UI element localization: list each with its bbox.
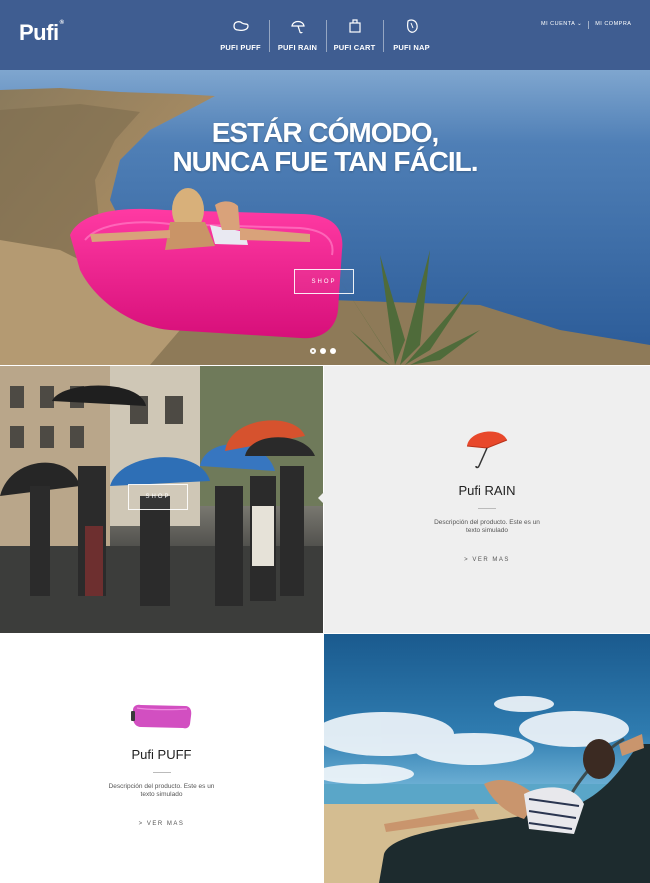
see-more-link[interactable]: > VER MAS xyxy=(464,557,510,563)
my-purchase-link[interactable]: MI COMPRA xyxy=(595,21,631,29)
nav-item-pufi-cart[interactable]: PUFI CART xyxy=(326,18,383,52)
nav-item-label: PUFI RAIN xyxy=(277,43,318,52)
product-name: Pufi PUFF xyxy=(131,747,192,762)
hero-title: ESTÁR CÓMODO, NUNCA FUE TAN FÁCIL. xyxy=(150,118,500,176)
pufi-puff-card: Pufi PUFF Descripción del producto. Este… xyxy=(0,634,323,883)
nav-item-pufi-puff[interactable]: PUFI PUFF xyxy=(212,18,269,52)
puff-photo-image xyxy=(324,696,650,883)
carousel-dot-1[interactable] xyxy=(310,348,316,354)
nap-icon xyxy=(405,18,419,34)
product-description: Descripción del producto. Este es un tex… xyxy=(434,519,540,534)
card-pointer xyxy=(318,492,324,504)
nav-item-label: PUFI PUFF xyxy=(220,43,261,52)
hero-shop-button[interactable]: SHOP xyxy=(294,269,354,294)
logo[interactable]: Pufi® xyxy=(19,20,64,46)
main-nav: PUFI PUFF PUFI RAIN PUFI CART PUFI NAP xyxy=(212,18,440,52)
hero-title-line-2: NUNCA FUE TAN FÁCIL. xyxy=(172,146,478,177)
divider xyxy=(152,772,171,773)
my-account-link[interactable]: MI CUENTA ⌄ xyxy=(541,21,582,29)
nav-item-label: PUFI NAP xyxy=(393,43,430,52)
cart-icon xyxy=(348,18,362,34)
pufi-rain-card: Pufi RAIN Descripción del producto. Este… xyxy=(324,366,650,633)
rain-photo: SHOP xyxy=(0,366,323,633)
trademark-mark: ® xyxy=(59,20,64,26)
hero-title-line-1: ESTÁR CÓMODO, xyxy=(211,117,440,148)
account-menu: MI CUENTA ⌄ MI COMPRA xyxy=(541,21,631,29)
umbrella-icon xyxy=(290,18,306,34)
puff-icon xyxy=(232,18,250,34)
see-more-link[interactable]: > VER MAS xyxy=(139,821,185,827)
carousel-dot-2[interactable] xyxy=(320,348,326,354)
nav-item-pufi-nap[interactable]: PUFI NAP xyxy=(383,18,440,52)
carousel-dots xyxy=(310,348,336,354)
nav-item-pufi-rain[interactable]: PUFI RAIN xyxy=(269,18,326,52)
umbrella-product-image[interactable] xyxy=(463,422,511,475)
puff-product-image[interactable] xyxy=(129,700,195,737)
divider xyxy=(478,508,496,509)
carousel-dot-3[interactable] xyxy=(330,348,336,354)
rain-shop-button[interactable]: SHOP xyxy=(128,484,188,510)
logo-text: Pufi xyxy=(19,20,59,45)
puff-photo xyxy=(324,634,650,883)
divider xyxy=(588,21,590,29)
nav-item-label: PUFI CART xyxy=(333,43,376,52)
product-name: Pufi RAIN xyxy=(458,483,516,498)
product-description: Descripción del producto. Este es un tex… xyxy=(108,783,215,798)
hero-image xyxy=(0,0,650,365)
hero-banner: Pufi® PUFI PUFF PUFI RAIN PUFI CART PUFI… xyxy=(0,0,650,365)
